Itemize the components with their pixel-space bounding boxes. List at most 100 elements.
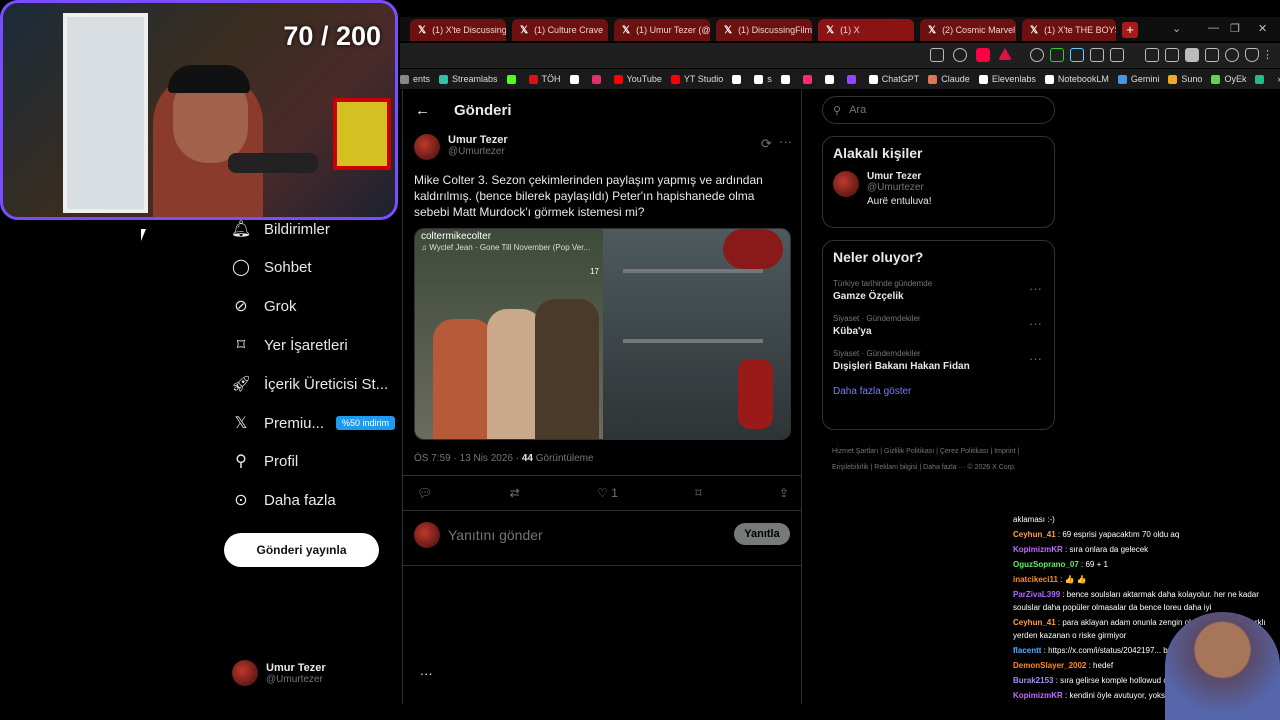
bookmark-item[interactable]: ents	[400, 74, 430, 84]
browser-tab[interactable]: 𝕏 (1) X'te THE BOYS	[1022, 19, 1116, 41]
new-tab-button[interactable]: +	[1122, 22, 1138, 38]
browser-tab[interactable]: 𝕏 (1) Umur Tezer (@	[614, 19, 710, 41]
post-button[interactable]: Gönderi yayınla	[224, 533, 379, 567]
bookmark-item[interactable]: YT Studio	[670, 74, 723, 84]
more-icon[interactable]: ···	[1029, 316, 1042, 331]
bookmark-item[interactable]: TÖH	[528, 74, 561, 84]
brave-icon[interactable]	[976, 48, 990, 62]
bookmark-item[interactable]: Claude	[928, 74, 970, 84]
related-person[interactable]: Umur Tezer @Umurtezer Aurë entuluva!	[823, 169, 1054, 209]
bookmark-item[interactable]	[802, 74, 816, 84]
bookmark-item[interactable]	[732, 74, 745, 84]
rewards-icon[interactable]	[998, 48, 1012, 60]
chat-message: ParZivaL399 : bence soulsları aktarmak d…	[1010, 587, 1280, 615]
bookmark-item[interactable]: Gemini	[1117, 74, 1159, 84]
figure-shape	[487, 309, 542, 439]
bookmark-icon[interactable]: ⌑	[695, 486, 701, 500]
extension-icon[interactable]	[1030, 48, 1044, 62]
sidebar-item-profile[interactable]: ⚲ Profil	[232, 452, 298, 471]
sidebar-item-more[interactable]: ⊙ Daha fazla	[232, 491, 335, 510]
bookmark-item[interactable]: OyEk	[1211, 74, 1246, 84]
reply-input[interactable]: Yanıtını gönder	[448, 527, 543, 543]
bookmark-item[interactable]	[824, 74, 838, 84]
chat-username: Ceyhun_41	[1013, 618, 1056, 627]
bookmark-item[interactable]: Streamlabs	[439, 74, 498, 84]
author-handle[interactable]: @Umurtezer	[448, 146, 508, 157]
close-icon[interactable]: ✕	[1258, 22, 1267, 35]
media-music: ♫ Wyclef Jean · Gone Till November (Pop …	[421, 243, 591, 252]
footer-links[interactable]: Hizmet Şartları | Gizlilik Politikası | …	[832, 444, 1047, 476]
menu-icon[interactable]: ⋮	[1262, 48, 1273, 61]
bookmark-icon	[802, 74, 812, 84]
sidebar-item-premium[interactable]: 𝕏 Premiu... %50 indirim	[232, 414, 396, 432]
bookmark-item[interactable]: s	[754, 74, 772, 84]
trend-item[interactable]: Siyaset · Gündemdekiler Küba'ya ···	[823, 308, 1054, 343]
bookmark-item[interactable]	[591, 74, 605, 84]
browser-tab[interactable]: 𝕏 (1) DiscussingFilm	[716, 19, 812, 41]
media-image-selfie[interactable]: coltermikecolter ♫ Wyclef Jean · Gone Ti…	[415, 229, 603, 439]
chat-username: DemonSlayer_2002	[1013, 661, 1087, 670]
extension-icon[interactable]	[1050, 48, 1064, 62]
shield-icon[interactable]	[1245, 48, 1259, 62]
share-icon[interactable]: ⇪	[779, 486, 789, 500]
railing-shape	[623, 269, 763, 273]
bookmark-item[interactable]: Elevenlabs	[978, 74, 1036, 84]
trend-item[interactable]: Siyaset · Gündemdekiler Dışişleri Bakanı …	[823, 343, 1054, 378]
more-icon[interactable]: ···	[1029, 281, 1042, 296]
reply-icon[interactable]: 💬︎	[417, 486, 432, 500]
trend-item[interactable]: Türkiye tarihinde gündemde Gamze Özçelik ·…	[823, 273, 1054, 308]
discount-badge: %50 indirim	[336, 416, 396, 430]
history-icon[interactable]	[1165, 48, 1179, 62]
reply-button[interactable]: Yanıtla	[734, 523, 790, 545]
sidebar-item-chat[interactable]: ◯ Sohbet	[232, 258, 312, 277]
reply-composer[interactable]: Yanıtını gönder	[414, 522, 543, 548]
bookmark-item[interactable]: NotebookLM	[1044, 74, 1109, 84]
retweet-icon[interactable]: ⇄	[510, 486, 520, 500]
sidebar-item-grok[interactable]: ⊘ Grok	[232, 297, 296, 316]
more-icon[interactable]: ···	[1029, 351, 1042, 366]
streamer-cap	[168, 65, 250, 93]
bookmark-item[interactable]: Suno	[1168, 74, 1202, 84]
show-more-link[interactable]: Daha fazla göster	[823, 378, 1054, 405]
sidebar-icon[interactable]	[1185, 48, 1199, 62]
download-icon[interactable]	[1145, 48, 1159, 62]
person-icon: ⚲	[235, 453, 247, 470]
screen-icon[interactable]	[930, 48, 944, 62]
extension-icon[interactable]	[1070, 48, 1084, 62]
share-icon[interactable]	[953, 48, 967, 62]
extension-icon[interactable]	[1110, 48, 1124, 62]
bookmark-item[interactable]: YouTube	[613, 74, 662, 84]
bookmark-item[interactable]	[569, 74, 583, 84]
bookmark-item[interactable]	[846, 74, 860, 84]
sidebar-item-creator-studio[interactable]: 🚀︎ İçerik Üreticisi St...	[231, 375, 388, 394]
avatar[interactable]	[833, 171, 859, 197]
grok-icon[interactable]: ⟳	[761, 136, 772, 152]
ai-icon[interactable]	[1225, 48, 1239, 62]
bookmark-item[interactable]: ChatGPT	[868, 74, 919, 84]
restore-icon[interactable]: ❐	[1230, 22, 1240, 35]
media-image-prison[interactable]	[603, 229, 790, 439]
browser-tab[interactable]: 𝕏 (1) Culture Crave	[512, 19, 608, 41]
avatar[interactable]	[414, 134, 440, 160]
author-name[interactable]: Umur Tezer	[448, 134, 508, 146]
search-input[interactable]: ⚲ Ara	[822, 96, 1055, 124]
tweet-author[interactable]: Umur Tezer @Umurtezer	[414, 134, 508, 160]
chevron-down-icon[interactable]: ⌄	[1172, 22, 1181, 35]
more-icon[interactable]: ···	[779, 134, 792, 149]
sidebar-item-bookmarks[interactable]: ⌑ Yer İşaretleri	[232, 336, 348, 355]
bookmark-item[interactable]	[506, 74, 520, 84]
puzzle-icon[interactable]	[1090, 48, 1104, 62]
account-name: Umur Tezer	[266, 661, 326, 674]
bookmark-item[interactable]	[780, 74, 794, 84]
minimize-icon[interactable]: —	[1208, 22, 1219, 34]
browser-tab[interactable]: 𝕏 (2) Cosmic Marvel	[920, 19, 1016, 41]
browser-tab-active[interactable]: 𝕏 (1) X	[818, 19, 914, 41]
sidebar-item-notifications[interactable]: 🔔︎ Bildirimler	[231, 220, 330, 239]
back-arrow-icon[interactable]: ←	[415, 102, 430, 119]
bookmark-item[interactable]	[1255, 74, 1268, 84]
chat-username: inatcikeci11	[1013, 575, 1058, 584]
wallet-icon[interactable]	[1205, 48, 1219, 62]
browser-tab[interactable]: 𝕏 (1) X'te Discussing	[410, 19, 506, 41]
tweet-media[interactable]: coltermikecolter ♫ Wyclef Jean · Gone Ti…	[414, 228, 791, 440]
like-button[interactable]: ♡ 1	[597, 486, 618, 500]
